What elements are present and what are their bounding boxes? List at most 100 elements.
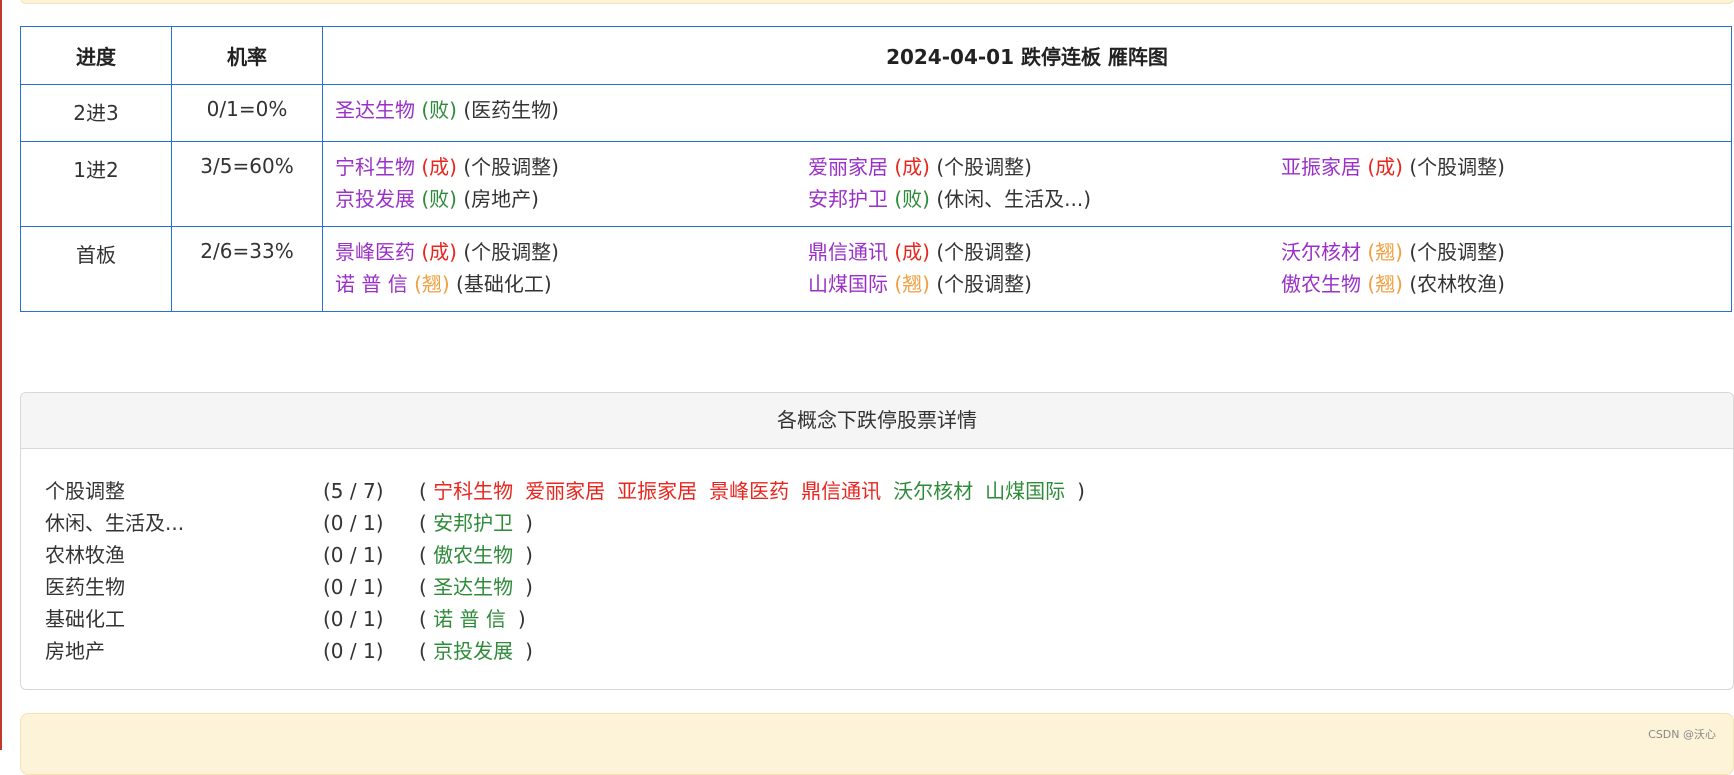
stock-entry: 京投发展 (败) (房地产): [335, 186, 808, 212]
paren-close: ): [525, 543, 533, 567]
concept-name: 农林牧渔: [45, 543, 125, 567]
concept-name: 医药生物: [45, 575, 125, 599]
paren-close: ): [517, 607, 526, 631]
concept-list: 个股调整 (5 / 7) ( 宁科生物 爱丽家居 亚振家居 景峰医药 鼎信通讯 沃尔核材 山煤国…: [21, 449, 1733, 667]
concept-stocks: ( 傲农生物): [419, 539, 533, 571]
concept-stock-link[interactable]: 京投发展: [433, 639, 513, 663]
concept-stocks: ( 宁科生物 爱丽家居 亚振家居 景峰医药 鼎信通讯 沃尔核材 山煤国际): [419, 475, 1085, 507]
paren-open: (: [419, 639, 434, 663]
concept-row: 农林牧渔 (0 / 1) ( 傲农生物): [45, 539, 1733, 571]
stock-result: (败): [421, 98, 457, 122]
concept-row: 医药生物 (0 / 1) ( 圣达生物): [45, 571, 1733, 603]
concept-stock-link[interactable]: 诺 普 信: [433, 607, 506, 631]
stock-name-link[interactable]: 安邦护卫: [808, 187, 888, 211]
concept-stock-link[interactable]: 安邦护卫: [433, 511, 513, 535]
left-border-rule: [0, 0, 2, 750]
stock-entry: 爱丽家居 (成) (个股调整): [808, 154, 1281, 180]
watermark: CSDN @沃心: [1648, 728, 1716, 741]
stock-result: (翘): [1367, 240, 1403, 264]
stock-sector: (医药生物): [463, 98, 559, 122]
paren-close: ): [525, 511, 533, 535]
stock-entry: 傲农生物 (翘) (农林牧渔): [1281, 271, 1731, 297]
stock-result: (成): [894, 240, 930, 264]
concept-stock-link[interactable]: 景峰医药: [709, 479, 789, 503]
header-ladder-title: 2024-04-01 跌停连板 雁阵图: [322, 26, 1732, 85]
stock-name-link[interactable]: 景峰医药: [335, 240, 415, 264]
stock-sector: (个股调整): [1409, 155, 1505, 179]
concept-count: (0 / 1): [323, 607, 384, 631]
stock-result: (翘): [894, 272, 930, 296]
stock-grid: 圣达生物 (败) (医药生物): [335, 97, 1731, 123]
ladder-row: 1进2 3/5=60% 宁科生物 (成) (个股调整) 爱丽家居 (成) (个股调整)…: [20, 141, 1732, 227]
stock-entry: 宁科生物 (成) (个股调整): [335, 154, 808, 180]
concept-row: 房地产 (0 / 1) ( 京投发展): [45, 635, 1733, 667]
stock-sector: (个股调整): [1409, 240, 1505, 264]
concept-row: 休闲、生活及... (0 / 1) ( 安邦护卫): [45, 507, 1733, 539]
stock-sector: (个股调整): [936, 272, 1032, 296]
stock-entry: 沃尔核材 (翘) (个股调整): [1281, 239, 1731, 265]
concept-stock-link[interactable]: 圣达生物: [433, 575, 513, 599]
stock-entry: 圣达生物 (败) (医药生物): [335, 97, 808, 123]
row-progress: 首板: [20, 226, 172, 312]
concept-name: 个股调整: [45, 479, 125, 503]
concept-stocks: ( 京投发展): [419, 635, 533, 667]
paren-open: (: [419, 575, 434, 599]
row-rate: 3/5=60%: [171, 141, 323, 227]
stock-sector: (个股调整): [936, 155, 1032, 179]
concept-count: (5 / 7): [323, 479, 384, 503]
concept-stock-link[interactable]: 鼎信通讯: [801, 479, 881, 503]
concept-stock-link[interactable]: 傲农生物: [433, 543, 513, 567]
stock-result: (翘): [414, 272, 450, 296]
ladder-header-row: 进度 机率 2024-04-01 跌停连板 雁阵图: [20, 26, 1732, 85]
stock-entry: 景峰医药 (成) (个股调整): [335, 239, 808, 265]
paren-open: (: [419, 479, 434, 503]
stock-name-link[interactable]: 京投发展: [335, 187, 415, 211]
concept-panel-title: 各概念下跌停股票详情: [21, 393, 1733, 449]
stock-sector: (个股调整): [463, 155, 559, 179]
header-progress: 进度: [20, 26, 172, 85]
stock-sector: (个股调整): [463, 240, 559, 264]
stock-entry: 鼎信通讯 (成) (个股调整): [808, 239, 1281, 265]
paren-open: (: [419, 543, 434, 567]
stock-name-link[interactable]: 爱丽家居: [808, 155, 888, 179]
paren-close: ): [525, 639, 533, 663]
concept-stocks: ( 安邦护卫): [419, 507, 533, 539]
concept-stock-link[interactable]: 爱丽家居: [525, 479, 605, 503]
concept-count: (0 / 1): [323, 639, 384, 663]
row-progress: 2进3: [20, 84, 172, 142]
stock-name-link[interactable]: 沃尔核材: [1281, 240, 1361, 264]
paren-open: (: [419, 607, 434, 631]
stock-name-link[interactable]: 傲农生物: [1281, 272, 1361, 296]
stock-name-link[interactable]: 鼎信通讯: [808, 240, 888, 264]
stock-result: (翘): [1367, 272, 1403, 296]
stock-result: (成): [421, 240, 457, 264]
stock-sector: (休闲、生活及...): [936, 187, 1092, 211]
concept-stocks: ( 圣达生物): [419, 571, 533, 603]
concept-stock-link[interactable]: 亚振家居: [617, 479, 697, 503]
header-rate: 机率: [171, 26, 323, 85]
stock-name-link[interactable]: 宁科生物: [335, 155, 415, 179]
top-notice-banner: [20, 0, 1734, 4]
row-rate: 2/6=33%: [171, 226, 323, 312]
stock-sector: (房地产): [463, 187, 539, 211]
stock-name-link[interactable]: 山煤国际: [808, 272, 888, 296]
stock-grid: 景峰医药 (成) (个股调整) 鼎信通讯 (成) (个股调整) 沃尔核材 (翘) (…: [335, 239, 1731, 297]
concept-stock-link[interactable]: 山煤国际: [985, 479, 1065, 503]
stock-name-link[interactable]: 亚振家居: [1281, 155, 1361, 179]
paren-close: ): [525, 575, 533, 599]
bottom-notice-banner: [20, 713, 1734, 775]
concept-count: (0 / 1): [323, 575, 384, 599]
ladder-row: 2进3 0/1=0% 圣达生物 (败) (医药生物): [20, 84, 1732, 142]
stock-result: (败): [421, 187, 457, 211]
concept-stock-link[interactable]: 宁科生物: [433, 479, 513, 503]
stock-sector: (个股调整): [936, 240, 1032, 264]
stock-entry: 山煤国际 (翘) (个股调整): [808, 271, 1281, 297]
ladder-row: 首板 2/6=33% 景峰医药 (成) (个股调整) 鼎信通讯 (成) (个股调整) 沃…: [20, 226, 1732, 312]
stock-result: (成): [1367, 155, 1403, 179]
stock-name-link[interactable]: 圣达生物: [335, 98, 415, 122]
concept-count: (0 / 1): [323, 543, 384, 567]
stock-name-link[interactable]: 诺 普 信: [335, 272, 408, 296]
row-stocks: 圣达生物 (败) (医药生物): [322, 84, 1732, 142]
row-rate: 0/1=0%: [171, 84, 323, 142]
concept-stock-link[interactable]: 沃尔核材: [893, 479, 973, 503]
